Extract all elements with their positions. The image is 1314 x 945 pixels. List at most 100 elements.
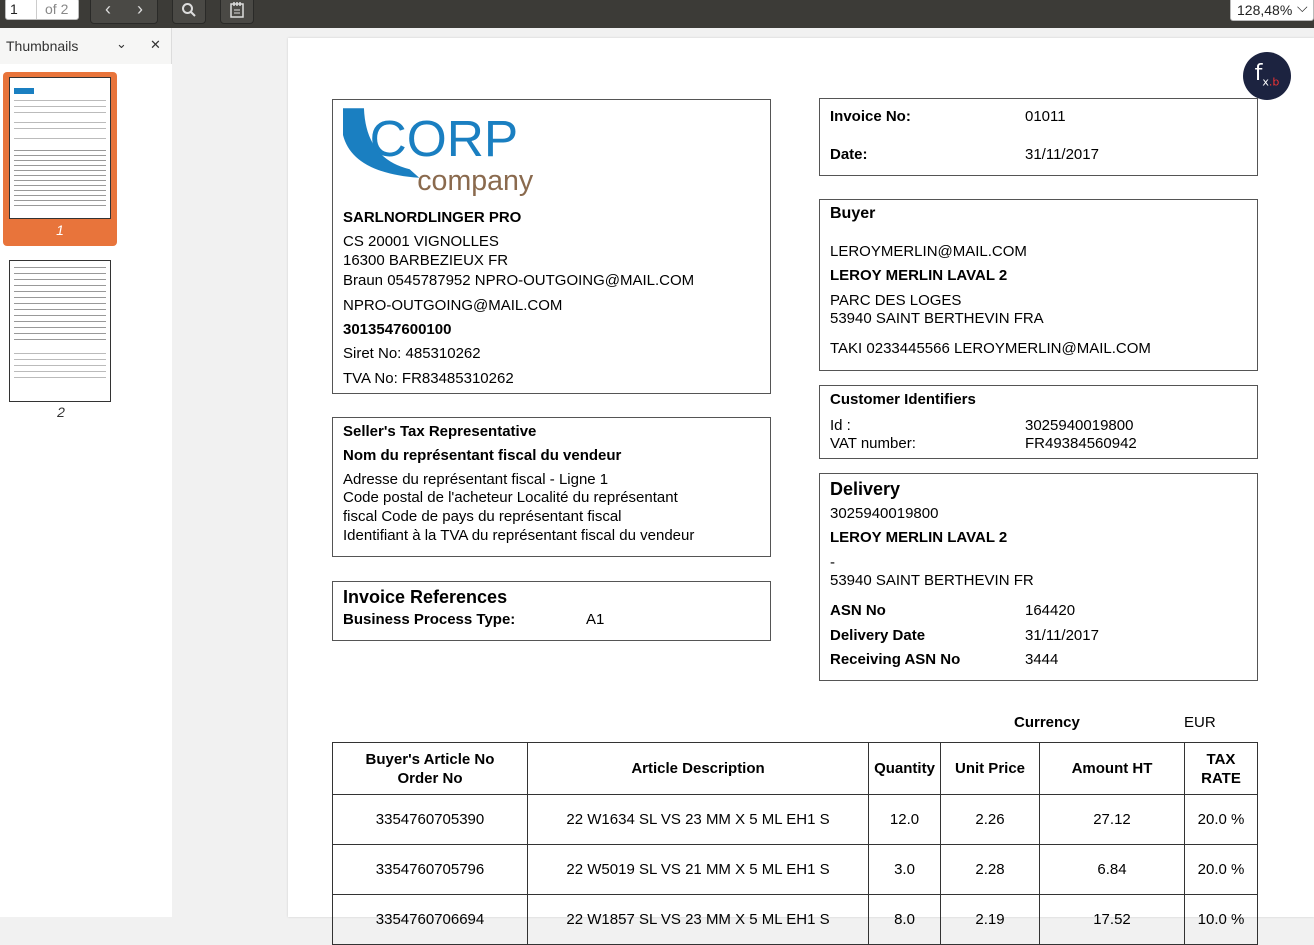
buyer-contact: TAKI 0233445566 LEROYMERLIN@MAIL.COM (830, 340, 1151, 357)
delivery-id: 3025940019800 (830, 505, 939, 522)
chevron-down-icon[interactable]: ⌄ (116, 36, 127, 52)
current-page[interactable]: 1 (10, 1, 18, 17)
invoice-no-value: 01011 (1025, 108, 1066, 125)
page-total: of 2 (45, 1, 69, 17)
delivery-date-value: 31/11/2017 (1025, 627, 1099, 644)
table-row: 3354760706694 22 W1857 SL VS 23 MM X 5 M… (332, 894, 1258, 945)
seller-address-1: CS 20001 VIGNOLLES (343, 233, 499, 250)
zoom-select[interactable]: 128,48% ⌵ (1230, 0, 1314, 21)
sidebar-title[interactable]: Thumbnails (6, 38, 78, 54)
header-description: Article Description (527, 742, 869, 795)
seller-email: NPRO-OUTGOING@MAIL.COM (343, 297, 563, 314)
thumbnail-label: 1 (56, 222, 64, 238)
thumbnail-list: 1 2 (0, 64, 172, 917)
table-row: 3354760705390 22 W1634 SL VS 23 MM X 5 M… (332, 794, 1258, 845)
description-cell: 22 W1857 SL VS 23 MM X 5 ML EH1 S (527, 894, 869, 945)
tax-rate-cell: 20.0 % (1184, 844, 1258, 895)
quantity-cell: 3.0 (868, 844, 941, 895)
unit-price-cell: 2.26 (940, 794, 1040, 845)
seller-siret: Siret No: 485310262 (343, 345, 481, 362)
currency-label: Currency (1014, 714, 1080, 731)
quantity-cell: 8.0 (868, 894, 941, 945)
amount-cell: 27.12 (1039, 794, 1185, 845)
tax-representative-box: Seller's Tax Representative Nom du repré… (332, 417, 771, 557)
buyer-name: LEROY MERLIN LAVAL 2 (830, 267, 1008, 284)
amount-cell: 17.52 (1039, 894, 1185, 945)
buyer-address-2: 53940 SAINT BERTHEVIN FRA (830, 310, 1044, 327)
receiving-asn-value: 3444 (1025, 651, 1059, 668)
asn-value: 164420 (1025, 602, 1076, 619)
delivery-name: LEROY MERLIN LAVAL 2 (830, 529, 1008, 546)
tax-rep-line-4: Identifiant à la TVA du représentant fis… (343, 527, 695, 544)
header-article-no: Buyer's Article No Order No (332, 742, 528, 795)
vat-number-value: FR49384560942 (1025, 435, 1137, 452)
chevron-down-icon: ⌵ (1297, 0, 1308, 15)
delivery-box: Delivery 3025940019800 LEROY MERLIN LAVA… (819, 473, 1258, 681)
tax-rate-cell: 10.0 % (1184, 894, 1258, 945)
seller-address-2: 16300 BARBEZIEUX FR (343, 252, 509, 269)
amount-cell: 6.84 (1039, 844, 1185, 895)
header-amount: Amount HT (1039, 742, 1185, 795)
date-value: 31/11/2017 (1025, 146, 1099, 163)
article-no-cell: 3354760706694 (332, 894, 528, 945)
tax-rep-line-3: fiscal Code de pays du représentant fisc… (343, 508, 622, 525)
invoice-header-box: Invoice No: 01011 Date: 31/11/2017 (819, 98, 1258, 176)
thumbnail-page-1[interactable]: 1 (3, 72, 117, 246)
customer-id-value: 3025940019800 (1025, 417, 1134, 434)
header-unit-price: Unit Price (940, 742, 1040, 795)
buyer-box: Buyer LEROYMERLIN@MAIL.COM LEROY MERLIN … (819, 199, 1258, 371)
zoom-value: 128,48% (1237, 2, 1293, 18)
buyer-title: Buyer (830, 205, 876, 222)
delivery-address: 53940 SAINT BERTHEVIN FR (830, 572, 1034, 589)
page-navigation: ‹ › (90, 0, 158, 24)
tax-rep-name: Nom du représentant fiscal du vendeur (343, 447, 622, 464)
header-tax-rate: TAX RATE (1184, 742, 1258, 795)
seller-id: 3013547600100 (343, 321, 452, 338)
seller-tva: TVA No: FR83485310262 (343, 370, 514, 387)
next-page-icon[interactable]: › (124, 0, 156, 21)
thumbnail-image (9, 77, 111, 219)
tax-rate-cell: 20.0 % (1184, 794, 1258, 845)
thumbnail-page-2[interactable] (9, 260, 111, 402)
close-icon[interactable]: ✕ (150, 37, 161, 53)
thumbnails-sidebar: Thumbnails ⌄ ✕ 1 2 (0, 28, 172, 917)
sidebar-header: Thumbnails ⌄ ✕ (0, 28, 172, 62)
seller-name: SARLNORDLINGER PRO (343, 209, 522, 226)
asn-label: ASN No (830, 602, 886, 619)
currency-value: EUR (1184, 714, 1216, 731)
page-number-input[interactable]: 1 of 2 (5, 0, 79, 20)
seller-contact: Braun 0545787952 NPRO-OUTGOING@MAIL.COM (343, 272, 695, 289)
customer-identifiers-box: Customer Identifiers Id : 3025940019800 … (819, 385, 1258, 459)
delivery-title: Delivery (830, 479, 901, 499)
notes-icon (230, 2, 244, 18)
page-input-divider (36, 0, 37, 19)
search-button[interactable] (172, 0, 206, 24)
customer-ids-title: Customer Identifiers (830, 391, 976, 408)
svg-text:CORP: CORP (370, 109, 519, 167)
invoice-references-box: Invoice References Business Process Type… (332, 581, 771, 641)
annotations-button[interactable] (220, 0, 254, 24)
tax-rep-title: Seller's Tax Representative (343, 423, 537, 440)
fxb-logo: fx.b (1243, 52, 1291, 100)
description-cell: 22 W1634 SL VS 23 MM X 5 ML EH1 S (527, 794, 869, 845)
receiving-asn-label: Receiving ASN No (830, 651, 961, 668)
buyer-address-1: PARC DES LOGES (830, 292, 962, 309)
quantity-cell: 12.0 (868, 794, 941, 845)
search-icon (182, 3, 196, 17)
description-cell: 22 W5019 SL VS 21 MM X 5 ML EH1 S (527, 844, 869, 895)
vat-number-label: VAT number: (830, 435, 916, 452)
svg-text:company: company (417, 165, 534, 197)
document-page: fx.b CORP company SARLNORDLINGER PRO CS … (288, 38, 1314, 945)
article-no-cell: 3354760705796 (332, 844, 528, 895)
unit-price-cell: 2.19 (940, 894, 1040, 945)
tax-rep-line-1: Adresse du représentant fiscal - Ligne 1 (343, 471, 609, 488)
delivery-date-label: Delivery Date (830, 627, 926, 644)
seller-box: CORP company SARLNORDLINGER PRO CS 20001… (332, 99, 771, 394)
table-header-row: Buyer's Article No Order No Article Descr… (332, 742, 1258, 795)
tax-rep-line-2: Code postal de l'acheteur Localité du re… (343, 489, 678, 506)
previous-page-icon[interactable]: ‹ (92, 0, 124, 21)
delivery-dash: - (830, 554, 835, 571)
line-items-table: Buyer's Article No Order No Article Descr… (332, 742, 1258, 945)
thumbnail-label: 2 (57, 404, 65, 420)
table-row: 3354760705796 22 W5019 SL VS 21 MM X 5 M… (332, 844, 1258, 895)
